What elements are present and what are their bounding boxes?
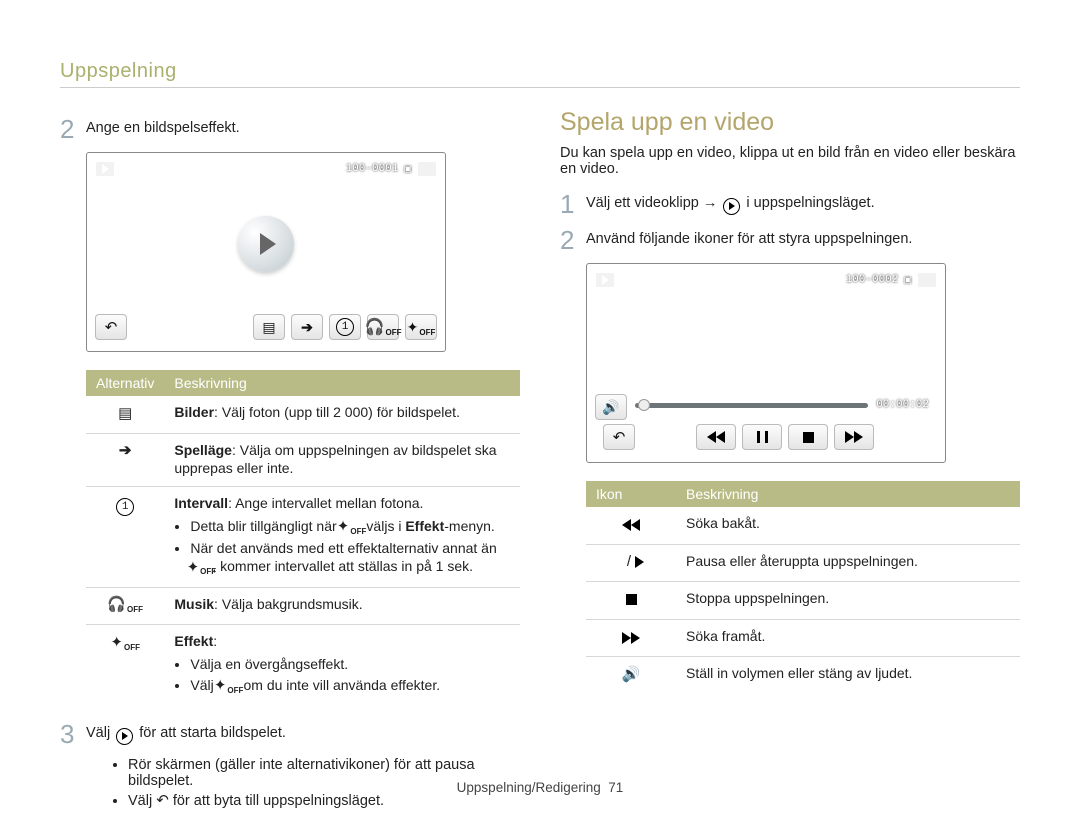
arrow-right-icon: ➔ [114, 442, 136, 460]
stop-icon [620, 591, 642, 609]
time-elapsed: 00:00:02 [876, 399, 929, 411]
interval-icon: 1 [116, 498, 134, 516]
row-rewind: Söka bakåt. [586, 507, 1020, 544]
row-interval: 1 Intervall: Ange intervallet mellan fot… [86, 487, 520, 587]
back-button[interactable]: ↶ [95, 314, 127, 340]
volume-icon: 🔊 [620, 666, 642, 684]
fast-forward-icon [620, 629, 642, 647]
play-icon[interactable] [238, 216, 294, 272]
step-num: 2 [60, 116, 80, 142]
col-alternativ: Alternativ [86, 370, 164, 396]
music-option-button[interactable]: 🎧OFF [367, 314, 399, 340]
video-controls-table: Ikon Beskrivning Söka bakåt. / Pausa ell… [586, 481, 1020, 694]
headphones-off-icon: 🎧OFF [114, 597, 136, 615]
step-num: 2 [560, 227, 580, 253]
images-icon: ▤ [114, 405, 136, 423]
step-text: Använd följande ikoner för att styra upp… [586, 227, 912, 247]
step-text: Ange en bildspelseffekt. [86, 116, 240, 136]
interval-note-1: Detta blir tillgängligt när ✦OFF väljs i… [190, 517, 510, 536]
thumbnail-silhouette [755, 282, 845, 414]
image-counter: 100-0001 [346, 163, 399, 175]
rewind-button[interactable] [696, 424, 736, 450]
col-ikon: Ikon [586, 481, 676, 507]
play-circle-icon [723, 198, 740, 215]
step-2: 2 Ange en bildspelseffekt. [60, 116, 520, 142]
pause-button[interactable] [742, 424, 782, 450]
playback-mode-icon [595, 272, 615, 288]
pause-play-icon: / [620, 553, 642, 571]
row-pause-play: / Pausa eller återuppta uppspelningen. [586, 544, 1020, 582]
interval-option-button[interactable]: 1 [329, 314, 361, 340]
row-volume: 🔊 Ställ in volymen eller stäng av ljudet… [586, 657, 1020, 694]
step-text: Välj för att starta bildspelet. [86, 721, 286, 745]
exposure-icon: ▣ [404, 162, 411, 176]
step-num: 3 [60, 721, 80, 747]
col-beskrivning: Beskrivning [164, 370, 520, 396]
row-ff: Söka framåt. [586, 619, 1020, 657]
battery-icon [417, 161, 437, 177]
effect-note-2: Välj ✦OFF om du inte vill använda effekt… [190, 676, 510, 695]
table-header-row: Ikon Beskrivning [586, 481, 1020, 507]
step-2: 2 Använd följande ikoner för att styra u… [560, 227, 1020, 253]
effect-off-icon: ✦OFF [114, 634, 136, 652]
row-playmode: ➔ Spelläge: Välja om uppspelningen av bi… [86, 433, 520, 487]
image-counter: 100-0002 [846, 274, 899, 286]
section-header: Uppspelning [60, 60, 1020, 88]
section-intro: Du kan spela upp en video, klippa ut en … [560, 145, 1020, 177]
effect-option-button[interactable]: ✦OFF [405, 314, 437, 340]
left-column: 2 Ange en bildspelseffekt. 100-0001 ▣ [60, 112, 520, 811]
right-column: Spela upp en video Du kan spela upp en v… [560, 112, 1020, 811]
row-stop: Stoppa uppspelningen. [586, 582, 1020, 620]
exposure-icon: ▣ [904, 273, 911, 287]
table-header-row: Alternativ Beskrivning [86, 370, 520, 396]
images-option-button[interactable]: ▤ [253, 314, 285, 340]
step-text: Välj ett videoklipp → i uppspelningsläge… [586, 191, 875, 215]
effect-off-icon: ✦OFF [341, 519, 363, 537]
back-button[interactable]: ↶ [603, 424, 635, 450]
effect-off-icon: ✦OFF [190, 559, 212, 577]
slideshow-screen: 100-0001 ▣ ↶ ▤ ➔ 1 🎧OFF ✦OFF [86, 152, 446, 352]
row-images: ▤ Bilder: Välj foton (upp till 2 000) fö… [86, 396, 520, 433]
row-music: 🎧OFF Musik: Välja bakgrundsmusik. [86, 587, 520, 625]
row-effect: ✦OFF Effekt: Välja en övergångseffekt. V… [86, 625, 520, 706]
play-circle-icon [116, 728, 133, 745]
effect-off-icon: ✦OFF [218, 677, 240, 695]
step-num: 1 [560, 191, 580, 217]
slideshow-options-table: Alternativ Beskrivning ▤ Bilder: Välj fo… [86, 370, 520, 705]
rewind-icon [620, 516, 642, 534]
video-playback-screen: 100-0002 ▣ 🔊 00:00:02 [586, 263, 946, 463]
effect-note-1: Välja en övergångseffekt. [190, 655, 510, 674]
volume-button[interactable]: 🔊 [595, 394, 627, 420]
fast-forward-button[interactable] [834, 424, 874, 450]
stop-button[interactable] [788, 424, 828, 450]
playmode-option-button[interactable]: ➔ [291, 314, 323, 340]
step-1: 1 Välj ett videoklipp → i uppspelningslä… [560, 191, 1020, 217]
page-footer: Uppspelning/Redigering 71 [0, 780, 1080, 795]
step-3: 3 Välj för att starta bildspelet. [60, 721, 520, 747]
section-title: Spela upp en video [560, 108, 1020, 137]
interval-note-2: När det används med ett effektalternativ… [190, 539, 510, 577]
playback-mode-icon [95, 161, 115, 177]
col-beskrivning: Beskrivning [676, 481, 1020, 507]
battery-icon [917, 272, 937, 288]
